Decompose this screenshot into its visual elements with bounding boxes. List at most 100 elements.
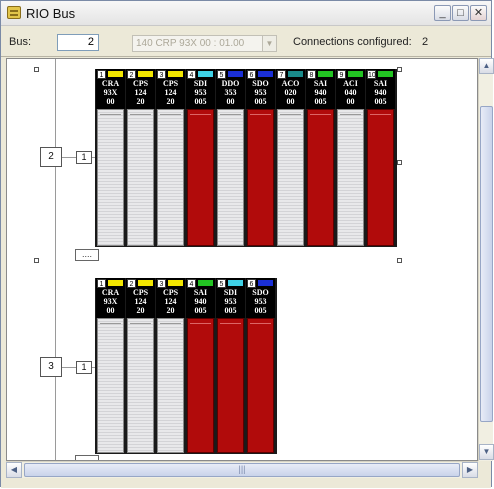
module-part-code: CRA 93X 00 xyxy=(96,288,125,315)
rack-number-box[interactable]: 1 xyxy=(76,361,92,374)
rack-module-slot[interactable]: 3 CPS 124 20 xyxy=(156,278,185,454)
scroll-left-button[interactable]: ◀ xyxy=(6,462,22,478)
module-status-led xyxy=(138,280,153,286)
module-status-led xyxy=(288,71,303,77)
module-part-code: ACO 020 00 xyxy=(276,79,305,106)
module-body[interactable] xyxy=(157,318,184,453)
module-code-line1: CRA xyxy=(101,79,120,88)
module-code-line3: 00 xyxy=(226,97,235,106)
module-body[interactable] xyxy=(337,109,364,246)
vertical-scroll-thumb[interactable] xyxy=(480,106,493,422)
rack-module-slot[interactable]: 3 CPS 124 20 xyxy=(156,69,185,247)
drop-number-box[interactable]: 2 xyxy=(40,147,62,167)
rack-tag[interactable]: .... xyxy=(75,249,99,261)
minimize-button[interactable]: _ xyxy=(434,5,451,21)
module-code-line3: 20 xyxy=(136,306,145,315)
rio-bus-canvas[interactable]: 2 1 1 CRA 93X 00 2 CPS 124 20 3 CPS 124 20 4 SDI 953 00… xyxy=(6,58,478,461)
module-part-code: CPS 124 20 xyxy=(156,288,185,315)
rack-drop-3[interactable]: 1 CRA 93X 00 2 CPS 124 20 3 CPS 124 20 4 SAI 940 005 5 SD… xyxy=(95,278,277,454)
selection-handle[interactable] xyxy=(34,258,39,263)
module-code-line1: CPS xyxy=(132,79,149,88)
module-code-line3: 20 xyxy=(136,97,145,106)
module-body[interactable] xyxy=(277,109,304,246)
module-header: 1 CRA 93X 00 xyxy=(96,69,125,109)
rack-module-slot[interactable]: 7 ACO 020 00 xyxy=(276,69,305,247)
module-body-fault[interactable] xyxy=(187,318,214,453)
rack-module-slot[interactable]: 1 CRA 93X 00 xyxy=(96,278,125,454)
rack-module-slot[interactable]: 10 SAI 940 005 xyxy=(366,69,395,247)
bus-number-input[interactable]: 2 xyxy=(57,34,99,51)
slot-number: 2 xyxy=(127,70,136,79)
module-code-line3: 005 xyxy=(254,306,267,315)
module-body-fault[interactable] xyxy=(187,109,214,246)
horizontal-scroll-thumb[interactable]: ||| xyxy=(24,463,460,477)
rack-module-slot[interactable]: 9 ACI 040 00 xyxy=(336,69,365,247)
slot-number: 1 xyxy=(97,279,106,288)
close-button[interactable]: ✕ xyxy=(470,5,487,21)
scroll-right-button[interactable]: ▶ xyxy=(462,462,478,478)
module-status-led xyxy=(168,71,183,77)
module-body[interactable] xyxy=(157,109,184,246)
rack-module-slot[interactable]: 4 SAI 940 005 xyxy=(186,278,215,454)
selection-handle[interactable] xyxy=(397,67,402,72)
maximize-button[interactable]: □ xyxy=(452,5,469,21)
module-code-line1: CPS xyxy=(162,79,179,88)
module-code-line1: DDO xyxy=(221,79,240,88)
title-bar[interactable]: RIO Bus _ □ ✕ xyxy=(1,1,491,26)
rack-module-slot[interactable]: 6 SDO 953 005 xyxy=(246,69,275,247)
selection-handle[interactable] xyxy=(34,67,39,72)
module-code-line3: 005 xyxy=(374,97,387,106)
selection-handle[interactable] xyxy=(397,258,402,263)
vertical-scrollbar[interactable]: ▲ ▼ xyxy=(478,58,494,461)
rack-module-slot[interactable]: 5 DDO 353 00 xyxy=(216,69,245,247)
slot-number: 1 xyxy=(97,70,106,79)
module-code-line3: 20 xyxy=(166,97,175,106)
module-body-fault[interactable] xyxy=(247,318,274,453)
module-body[interactable] xyxy=(217,109,244,246)
rack-number-box[interactable]: 1 xyxy=(76,151,92,164)
module-code-line2: 93X xyxy=(103,297,118,306)
module-body-fault[interactable] xyxy=(367,109,394,246)
module-header: 5 SDI 953 005 xyxy=(216,278,245,318)
rio-bus-app-icon xyxy=(7,6,21,19)
module-part-code: SDI 953 005 xyxy=(216,288,245,315)
rack-module-slot[interactable]: 5 SDI 953 005 xyxy=(216,278,245,454)
module-body-fault[interactable] xyxy=(247,109,274,246)
cpu-select-value: 140 CRP 93X 00 : 01.00 xyxy=(136,38,245,49)
scroll-down-button[interactable]: ▼ xyxy=(479,444,494,460)
module-code-line1: CRA xyxy=(101,288,120,297)
rack-drop-2[interactable]: 1 CRA 93X 00 2 CPS 124 20 3 CPS 124 20 4 SDI 953 005 5 DD… xyxy=(95,69,397,247)
scroll-up-button[interactable]: ▲ xyxy=(479,58,494,74)
rack-module-slot[interactable]: 6 SDO 953 005 xyxy=(246,278,275,454)
module-header: 5 DDO 353 00 xyxy=(216,69,245,109)
chevron-down-icon: ▼ xyxy=(262,36,276,51)
rack-module-slot[interactable]: 8 SAI 940 005 xyxy=(306,69,335,247)
module-code-line2: 940 xyxy=(374,88,387,97)
module-header: 1 CRA 93X 00 xyxy=(96,278,125,318)
drop-number-box[interactable]: 3 xyxy=(40,357,62,377)
module-status-led xyxy=(108,280,123,286)
rack-module-slot[interactable]: 2 CPS 124 20 xyxy=(126,69,155,247)
rack-module-slot[interactable]: 4 SDI 953 005 xyxy=(186,69,215,247)
rack-module-slot[interactable]: 2 CPS 124 20 xyxy=(126,278,155,454)
module-code-line3: 00 xyxy=(106,97,115,106)
module-status-led xyxy=(228,71,243,77)
cpu-select: 140 CRP 93X 00 : 01.00 ▼ xyxy=(132,35,277,52)
module-code-line2: 353 xyxy=(224,88,237,97)
selection-handle[interactable] xyxy=(397,160,402,165)
module-header: 3 CPS 124 20 xyxy=(156,278,185,318)
module-body[interactable] xyxy=(127,318,154,453)
module-status-led xyxy=(348,71,363,77)
bus-label: Bus: xyxy=(9,36,32,48)
slot-number: 5 xyxy=(217,70,226,79)
module-body-fault[interactable] xyxy=(217,318,244,453)
module-body[interactable] xyxy=(97,109,124,246)
module-code-line1: SDI xyxy=(193,79,208,88)
module-part-code: DDO 353 00 xyxy=(216,79,245,106)
horizontal-scrollbar[interactable]: ◀ ||| ▶ xyxy=(6,461,478,478)
module-code-line2: 953 xyxy=(254,88,267,97)
module-body[interactable] xyxy=(127,109,154,246)
module-body[interactable] xyxy=(97,318,124,453)
module-body-fault[interactable] xyxy=(307,109,334,246)
rack-module-slot[interactable]: 1 CRA 93X 00 xyxy=(96,69,125,247)
